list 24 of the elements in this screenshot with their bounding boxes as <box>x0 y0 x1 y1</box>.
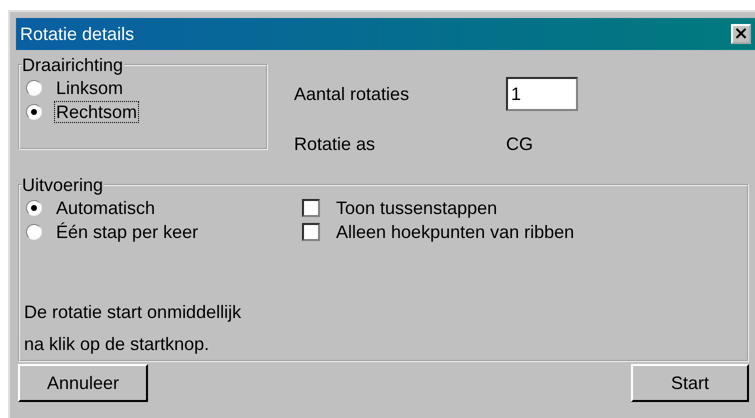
cancel-button[interactable]: Annuleer <box>18 364 148 402</box>
option-label[interactable]: Toon tussenstappen <box>334 197 500 219</box>
group-label: Uitvoering <box>22 175 104 195</box>
option-label[interactable]: Linksom <box>54 77 126 99</box>
radio-button[interactable] <box>26 200 42 216</box>
option-label[interactable]: Automatisch <box>54 197 158 219</box>
field-value: CG <box>506 134 533 154</box>
option-label[interactable]: Één stap per keer <box>54 221 200 243</box>
input-field[interactable]: 1 <box>506 77 578 111</box>
window-title: Rotatie details <box>20 24 134 44</box>
info-text: De rotatie start onmiddellijk <box>24 301 242 324</box>
group-label: Draairichting <box>22 55 124 75</box>
info-text: na klik op de startknop. <box>24 333 210 356</box>
checkbox[interactable] <box>302 199 320 217</box>
radio-button[interactable] <box>26 80 42 96</box>
option-label[interactable]: Alleen hoekpunten van ribben <box>334 221 576 243</box>
radio-button[interactable] <box>26 224 42 240</box>
field-label: Rotatie as <box>294 134 376 154</box>
start-button[interactable]: Start <box>631 364 749 402</box>
field-label: Aantal rotaties <box>294 84 410 104</box>
option-label[interactable]: Rechtsom <box>54 101 140 123</box>
checkbox[interactable] <box>302 223 320 241</box>
close-button[interactable]: × <box>731 24 751 44</box>
radio-button[interactable] <box>26 104 42 120</box>
